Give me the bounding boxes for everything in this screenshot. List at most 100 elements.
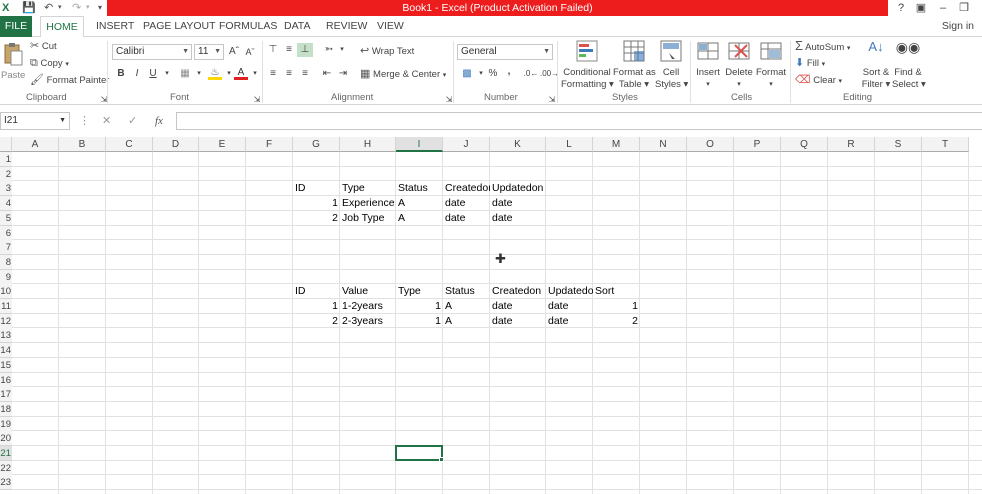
insert-function-button[interactable]: fx xyxy=(155,112,163,130)
format-cells-button[interactable]: Format ▾ xyxy=(755,39,787,91)
align-top-icon[interactable]: ⊤ xyxy=(266,43,280,57)
cell-g10[interactable]: ID xyxy=(293,284,340,299)
fill-button[interactable]: ⬇ Fill ▾ xyxy=(795,57,825,71)
cell-g3[interactable]: ID xyxy=(293,181,340,196)
name-box[interactable]: I21 ▼ xyxy=(0,112,70,130)
column-header-d[interactable]: D xyxy=(153,137,199,152)
undo-icon[interactable]: ↶ xyxy=(44,0,53,16)
cell-j11[interactable]: A xyxy=(443,299,490,314)
column-header-q[interactable]: Q xyxy=(781,137,828,152)
tab-page-layout[interactable]: PAGE LAYOUT xyxy=(143,16,216,37)
row-header-2[interactable]: 2 xyxy=(0,166,12,182)
cell-k3[interactable]: Updatedon xyxy=(490,181,546,196)
cell-j4[interactable]: date xyxy=(443,196,490,211)
selected-cell[interactable] xyxy=(395,445,443,461)
clipboard-launcher-icon[interactable]: ⇲ xyxy=(97,93,111,107)
clear-button[interactable]: ⌫ Clear ▾ xyxy=(795,74,842,88)
column-header-k[interactable]: K xyxy=(490,137,546,152)
chevron-down-icon[interactable]: ▾ xyxy=(160,67,174,81)
find-select-button[interactable]: ◉◉ Find & Select ▾ xyxy=(892,39,926,91)
delete-cells-button[interactable]: Delete ▾ xyxy=(724,39,754,91)
customize-qat-icon[interactable]: ▾ xyxy=(98,0,102,16)
cell-k10[interactable]: Createdon xyxy=(490,284,546,299)
conditional-formatting-button[interactable]: Conditional Formatting ▾ xyxy=(561,39,614,91)
percent-style-button[interactable]: % xyxy=(486,67,500,81)
cell-j12[interactable]: A xyxy=(443,314,490,329)
cell-i12[interactable]: 1 xyxy=(396,314,443,329)
column-header-e[interactable]: E xyxy=(199,137,246,152)
cell-m11[interactable]: 1 xyxy=(593,299,640,314)
tab-data[interactable]: DATA xyxy=(284,16,310,37)
column-header-n[interactable]: N xyxy=(640,137,687,152)
column-header-c[interactable]: C xyxy=(106,137,153,152)
row-header-13[interactable]: 13 xyxy=(0,328,12,344)
cell-i3[interactable]: Status xyxy=(396,181,443,196)
select-all-corner[interactable] xyxy=(0,137,12,152)
increase-font-icon[interactable]: Aˆ xyxy=(227,45,241,59)
align-middle-icon[interactable]: ≡ xyxy=(282,43,296,57)
cancel-icon[interactable]: ✕ xyxy=(102,112,111,130)
format-as-table-button[interactable]: Format as Table ▾ xyxy=(613,39,656,91)
cell-h5[interactable]: Job Type xyxy=(340,211,396,226)
column-header-h[interactable]: H xyxy=(340,137,396,152)
cell-h3[interactable]: Type xyxy=(340,181,396,196)
row-header-7[interactable]: 7 xyxy=(0,240,12,256)
cell-l11[interactable]: date xyxy=(546,299,593,314)
cut-button[interactable]: ✂ Cut xyxy=(30,40,57,53)
row-header-23[interactable]: 23 xyxy=(0,475,12,491)
align-bottom-icon[interactable]: ⊥ xyxy=(297,43,313,57)
fill-handle[interactable] xyxy=(439,456,444,462)
autosum-button[interactable]: Σ AutoSum ▾ xyxy=(795,39,850,55)
cell-i10[interactable]: Type xyxy=(396,284,443,299)
increase-indent-icon[interactable]: ⇥ xyxy=(336,67,350,81)
row-header-18[interactable]: 18 xyxy=(0,401,12,417)
cell-l12[interactable]: date xyxy=(546,314,593,329)
tab-review[interactable]: REVIEW xyxy=(326,16,367,37)
column-header-f[interactable]: F xyxy=(246,137,293,152)
chevron-down-icon[interactable]: ▾ xyxy=(335,43,349,57)
cell-k4[interactable]: date xyxy=(490,196,546,211)
column-header-o[interactable]: O xyxy=(687,137,734,152)
increase-decimal-icon[interactable]: .0← xyxy=(522,67,540,81)
cell-m12[interactable]: 2 xyxy=(593,314,640,329)
font-name-select[interactable]: Calibri ▼ xyxy=(112,44,192,60)
cell-g5[interactable]: 2 xyxy=(293,211,340,226)
row-header-5[interactable]: 5 xyxy=(0,210,12,226)
borders-icon[interactable]: ▦ xyxy=(178,67,192,81)
cell-g4[interactable]: 1 xyxy=(293,196,340,211)
wrap-text-button[interactable]: ↩ Wrap Text xyxy=(360,45,414,58)
redo-icon[interactable]: ↷ xyxy=(72,0,81,16)
tab-view[interactable]: VIEW xyxy=(377,16,404,37)
ribbon-display-icon[interactable]: ▣ xyxy=(912,0,930,16)
align-center-icon[interactable]: ≡ xyxy=(282,67,296,81)
undo-dropdown-icon[interactable]: ▾ xyxy=(58,0,62,16)
cell-h11[interactable]: 1-2years xyxy=(340,299,396,314)
align-left-icon[interactable]: ≡ xyxy=(266,67,280,81)
font-color-icon[interactable]: A xyxy=(234,66,248,80)
row-header-12[interactable]: 12 xyxy=(0,313,12,329)
insert-cells-button[interactable]: Insert ▾ xyxy=(694,39,722,91)
merge-center-button[interactable]: ▦ Merge & Center ▾ xyxy=(360,68,446,82)
fill-color-icon[interactable]: ♨ xyxy=(208,66,222,80)
spreadsheet-grid[interactable]: ABCDEFGHIJKLMNOPQRST 1 2 3 4 5 6 7 8 9 10 11 12 13 14… xyxy=(0,137,982,494)
help-button[interactable]: ? xyxy=(892,0,910,16)
row-header-9[interactable]: 9 xyxy=(0,269,12,285)
tab-home[interactable]: HOME xyxy=(40,16,84,38)
enter-icon[interactable]: ✓ xyxy=(128,112,137,130)
column-header-j[interactable]: J xyxy=(443,137,490,152)
row-header-22[interactable]: 22 xyxy=(0,460,12,476)
cell-g11[interactable]: 1 xyxy=(293,299,340,314)
tab-formulas[interactable]: FORMULAS xyxy=(219,16,277,37)
cell-i11[interactable]: 1 xyxy=(396,299,443,314)
row-header-15[interactable]: 15 xyxy=(0,357,12,373)
chevron-down-icon[interactable]: ▾ xyxy=(192,67,206,81)
sort-filter-button[interactable]: A↓ Sort & Filter ▾ xyxy=(860,39,892,91)
cell-k5[interactable]: date xyxy=(490,211,546,226)
row-header-10[interactable]: 10 xyxy=(0,284,12,300)
cell-i5[interactable]: A xyxy=(396,211,443,226)
row-header-6[interactable]: 6 xyxy=(0,225,12,241)
tab-insert[interactable]: INSERT xyxy=(96,16,134,37)
align-right-icon[interactable]: ≡ xyxy=(298,67,312,81)
cell-m10[interactable]: Sort xyxy=(593,284,640,299)
row-header-1[interactable]: 1 xyxy=(0,152,12,167)
